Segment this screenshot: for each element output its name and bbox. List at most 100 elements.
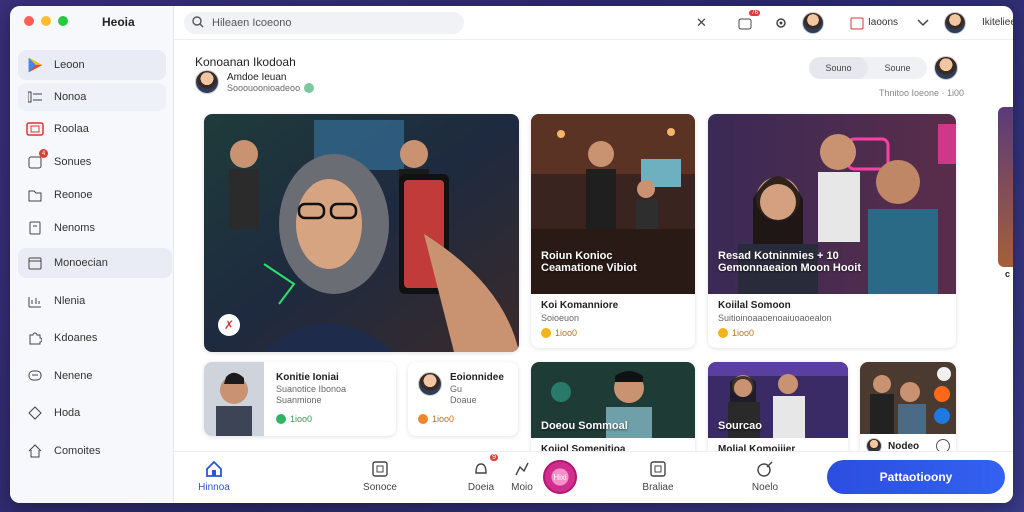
verified-icon: [304, 82, 315, 93]
avatar[interactable]: [934, 56, 958, 80]
sidebar-item-label: Reonoe: [54, 189, 93, 201]
app-window: Heoia Leoon Nonoa Roolaa 4 Sonues Reonoe…: [10, 6, 1013, 503]
sidebar-item-nenoms[interactable]: Nenoms: [18, 214, 166, 242]
tab-braliae[interactable]: Braliae: [628, 460, 688, 493]
filter-option[interactable]: Soune: [868, 57, 927, 79]
user-name[interactable]: Iaoons: [868, 17, 898, 28]
avatar: [418, 372, 442, 396]
tab-label: Moio: [511, 482, 533, 493]
calendar-button[interactable]: [848, 14, 866, 32]
chart-icon: [513, 460, 531, 478]
coin-icon: [418, 414, 428, 424]
coin-value: 1ioo0: [290, 414, 313, 424]
edit-icon: [756, 460, 774, 478]
video-caption: Resad Kotninmies + 10 Gemonnaeaion Moon H…: [718, 250, 861, 274]
notifications-button[interactable]: 76: [736, 10, 760, 32]
tab-sonoce[interactable]: Sonoce: [350, 460, 410, 493]
section-title: Konoanan Ikodoah: [195, 55, 296, 69]
video-caption: Roiun Konioc Ceamatione Vibiot: [541, 250, 637, 274]
sidebar-item-label: Kdoanes: [54, 332, 98, 344]
tab-label: Doeia: [467, 482, 495, 493]
search-box[interactable]: [184, 12, 464, 34]
partial-card-label: c: [1005, 269, 1011, 279]
tag-icon: [26, 404, 44, 422]
tv-icon: [26, 120, 44, 138]
filter-option[interactable]: Souno: [809, 57, 868, 79]
sidebar-item-nlenia[interactable]: Nlenia: [18, 287, 166, 315]
filter-toggle[interactable]: Souno Soune: [809, 57, 927, 79]
creator-name: Konitie Ioniai: [276, 372, 339, 383]
profile-badge-button[interactable]: Hixi: [543, 460, 577, 494]
sidebar-item-hoda[interactable]: Hoda: [18, 399, 166, 427]
sidebar-item-label: Sonues: [54, 156, 92, 168]
sidebar-item-sonues[interactable]: 4 Sonues: [18, 148, 166, 176]
minimize-window-button[interactable]: [41, 16, 51, 26]
user-name-secondary[interactable]: Ikiteliee: [982, 17, 1013, 28]
video-caption: Doeou Sommoal: [541, 420, 628, 432]
video-title: Koi Komanniore: [541, 300, 619, 311]
video-caption: Sourcao: [718, 420, 763, 432]
tab-hinnoa[interactable]: Hinnoa: [184, 460, 244, 493]
sidebar-item-kdoanes[interactable]: Kdoanes: [18, 324, 166, 352]
sidebar-item-label: Nenene: [54, 370, 93, 382]
video-card[interactable]: Doeou Sommoal Koiiol Somenitioa: [531, 362, 695, 460]
close-window-button[interactable]: [24, 16, 34, 26]
clear-search-button[interactable]: ✕: [696, 15, 707, 31]
bottom-navigation: Hinnoa Sonoce 9 Doeia Moio Hixi Braliae …: [174, 451, 1013, 503]
bell-icon: [738, 18, 752, 30]
tab-noelo[interactable]: Noelo: [735, 460, 795, 493]
avatar[interactable]: [802, 12, 824, 34]
video-card[interactable]: Roiun Konioc Ceamatione Vibiot Koi Komann…: [531, 114, 695, 348]
featured-video-card[interactable]: ✗: [204, 114, 519, 352]
frame-icon: [649, 460, 667, 478]
search-input[interactable]: [212, 17, 432, 29]
coin-count: 1ioo0: [418, 414, 454, 424]
app-title: Heoia: [102, 15, 135, 29]
sidebar-item-reonoe[interactable]: Reonoe: [18, 181, 166, 209]
sidebar-item-label: Comoites: [54, 445, 101, 457]
topbar: ✕ 76 Iaoons Ikiteliee: [174, 6, 1013, 40]
chart-icon: [26, 292, 44, 310]
creator-card[interactable]: Eoionnidee Gu Doaue 1ioo0: [408, 362, 518, 436]
account-menu-toggle[interactable]: [914, 14, 932, 32]
tab-label: Sonoce: [363, 482, 397, 493]
video-card[interactable]: Nodeo: [860, 362, 956, 460]
partial-card[interactable]: [998, 107, 1013, 267]
coin-icon: [276, 414, 286, 424]
maximize-window-button[interactable]: [58, 16, 68, 26]
avatar[interactable]: [944, 12, 966, 34]
sidebar-item-roolaa[interactable]: Roolaa: [18, 115, 166, 143]
primary-action-button[interactable]: Pattaotioony: [827, 460, 1005, 494]
settings-button[interactable]: [772, 14, 790, 32]
coin-value: 1ioo0: [732, 328, 755, 338]
sidebar-item-label: Nonoa: [54, 91, 87, 103]
author-name: Amdoe Ieuan: [227, 71, 287, 83]
video-card[interactable]: Sourcao Molial Komoiiier: [708, 362, 848, 460]
gear-icon: [776, 18, 786, 28]
square-icon: [371, 460, 389, 478]
puzzle-icon: [26, 329, 44, 347]
sidebar-item-label: Monoecian: [54, 257, 108, 269]
sidebar-item-leoon[interactable]: Leoon: [18, 50, 166, 80]
home-icon: [26, 442, 44, 460]
close-icon[interactable]: ✗: [218, 314, 240, 336]
creator-subtitle: Suanotice Ibonoa: [276, 384, 347, 394]
search-icon: [192, 15, 204, 31]
avatar[interactable]: [195, 70, 219, 94]
video-card[interactable]: Resad Kotninmies + 10 Gemonnaeaion Moon H…: [708, 114, 956, 348]
creator-subtitle: Suanmione: [276, 395, 322, 405]
author-subtitle: Sooouoonioadeoo: [227, 82, 315, 93]
coin-icon: [718, 328, 728, 338]
home-icon: [205, 460, 223, 478]
creator-card[interactable]: Konitie Ioniai Suanotice Ibonoa Suanmion…: [204, 362, 396, 436]
sidebar-item-monoecian[interactable]: Monoecian: [18, 248, 172, 278]
coin-count: 1ioo0: [541, 328, 577, 338]
sidebar-item-label: Nenoms: [54, 222, 95, 234]
sidebar-item-nonoa[interactable]: Nonoa: [18, 83, 166, 111]
coin-icon: [541, 328, 551, 338]
sidebar-item-comoites[interactable]: Comoites: [18, 437, 166, 465]
sidebar-item-nenene[interactable]: Nenene: [18, 362, 166, 390]
folder-icon: [26, 186, 44, 204]
video-channel: Suitioinoaaoenoaiuoaoealon: [718, 313, 832, 323]
calendar-icon: [850, 17, 864, 30]
